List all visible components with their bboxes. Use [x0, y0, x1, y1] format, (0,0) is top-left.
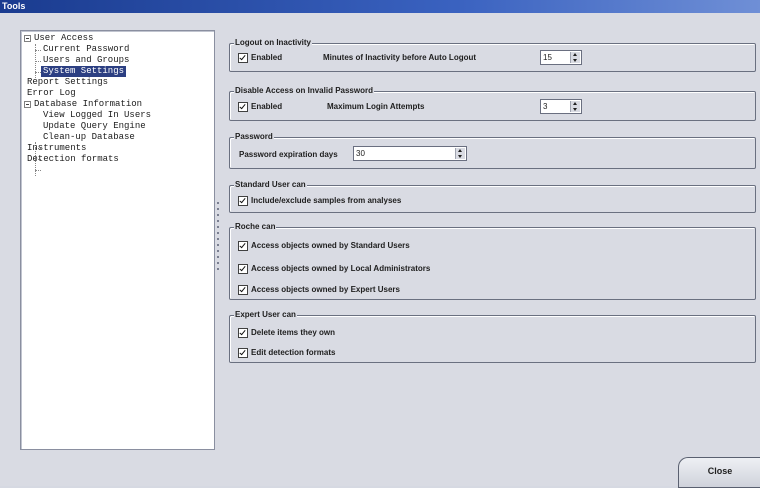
standard-user-legend: Standard User can — [234, 179, 307, 191]
password-legend: Password — [234, 131, 274, 143]
settings-tree[interactable]: User Access Current Password Users and G… — [20, 30, 215, 450]
delete-own-items-label: Delete items they own — [251, 328, 336, 337]
standard-user-group: Standard User can Include/exclude sample… — [229, 179, 756, 213]
logout-enabled-checkbox[interactable] — [238, 53, 248, 63]
tree-line — [35, 50, 41, 51]
access-local-admins-checkbox[interactable] — [238, 264, 248, 274]
expert-user-legend: Expert User can — [234, 309, 297, 321]
edit-detection-formats-label: Edit detection formats — [251, 348, 336, 357]
close-button-label: Close — [707, 466, 733, 476]
edit-detection-formats-checkbox[interactable] — [238, 348, 248, 358]
tree-item-clean-up-database[interactable]: Clean-up Database — [43, 132, 135, 143]
access-expert-users-checkbox[interactable] — [238, 285, 248, 295]
logout-minutes-value: 15 — [543, 53, 552, 62]
tree-item-error-log[interactable]: Error Log — [27, 88, 76, 99]
access-standard-users-checkbox[interactable] — [238, 241, 248, 251]
tree-item-instruments[interactable]: Instruments — [27, 143, 86, 154]
window-title: Tools — [2, 1, 26, 11]
disable-access-group: Disable Access on Invalid Password Enabl… — [229, 85, 756, 121]
logout-minutes-stepper[interactable]: 15 — [540, 50, 582, 65]
spin-arrows-icon[interactable] — [570, 52, 580, 63]
expert-user-group: Expert User can Delete items they own Ed… — [229, 309, 756, 363]
tree-item-current-password[interactable]: Current Password — [43, 44, 129, 55]
collapse-icon[interactable] — [24, 101, 31, 108]
logout-legend: Logout on Inactivity — [234, 37, 312, 49]
access-local-admins-label: Access objects owned by Local Administra… — [251, 264, 431, 273]
logout-group: Logout on Inactivity Enabled Minutes of … — [229, 37, 756, 72]
collapse-icon[interactable] — [24, 35, 31, 42]
disable-access-enabled-label: Enabled — [251, 102, 283, 111]
spin-arrows-icon[interactable] — [570, 101, 580, 112]
access-standard-users-label: Access objects owned by Standard Users — [251, 241, 410, 250]
include-exclude-samples-label: Include/exclude samples from analyses — [251, 196, 402, 205]
password-expiration-stepper[interactable]: 30 — [353, 146, 467, 161]
tree-item-detection-formats[interactable]: Detection formats — [27, 154, 119, 165]
close-button[interactable]: Close — [678, 457, 760, 488]
delete-own-items-checkbox[interactable] — [238, 328, 248, 338]
disable-access-enabled-checkbox[interactable] — [238, 102, 248, 112]
include-exclude-samples-checkbox[interactable] — [238, 196, 248, 206]
tree-item-view-logged-in-users[interactable]: View Logged In Users — [43, 110, 151, 121]
password-expiration-value: 30 — [356, 149, 365, 158]
access-expert-users-label: Access objects owned by Expert Users — [251, 285, 400, 294]
panel-splitter[interactable] — [215, 192, 221, 282]
logout-minutes-label: Minutes of Inactivity before Auto Logout — [323, 53, 477, 62]
spin-arrows-icon[interactable] — [455, 148, 465, 159]
password-expiration-label: Password expiration days — [239, 150, 338, 159]
title-bar: Tools — [0, 0, 760, 13]
disable-access-legend: Disable Access on Invalid Password — [234, 85, 374, 97]
roche-group: Roche can Access objects owned by Standa… — [229, 221, 756, 300]
max-login-attempts-label: Maximum Login Attempts — [327, 102, 425, 111]
tree-item-user-access[interactable]: User Access — [34, 33, 93, 44]
tree-item-update-query-engine[interactable]: Update Query Engine — [43, 121, 146, 132]
roche-legend: Roche can — [234, 221, 277, 233]
max-login-attempts-value: 3 — [543, 102, 548, 111]
max-login-attempts-stepper[interactable]: 3 — [540, 99, 582, 114]
tree-line — [35, 170, 41, 171]
tree-item-database-information[interactable]: Database Information — [34, 99, 142, 110]
tree-line — [35, 61, 41, 62]
tree-item-system-settings[interactable]: System Settings — [41, 66, 127, 77]
password-group: Password Password expiration days 30 — [229, 131, 756, 169]
tree-item-report-settings[interactable]: Report Settings — [27, 77, 108, 88]
tree-item-users-and-groups[interactable]: Users and Groups — [43, 55, 129, 66]
logout-enabled-label: Enabled — [251, 53, 283, 62]
